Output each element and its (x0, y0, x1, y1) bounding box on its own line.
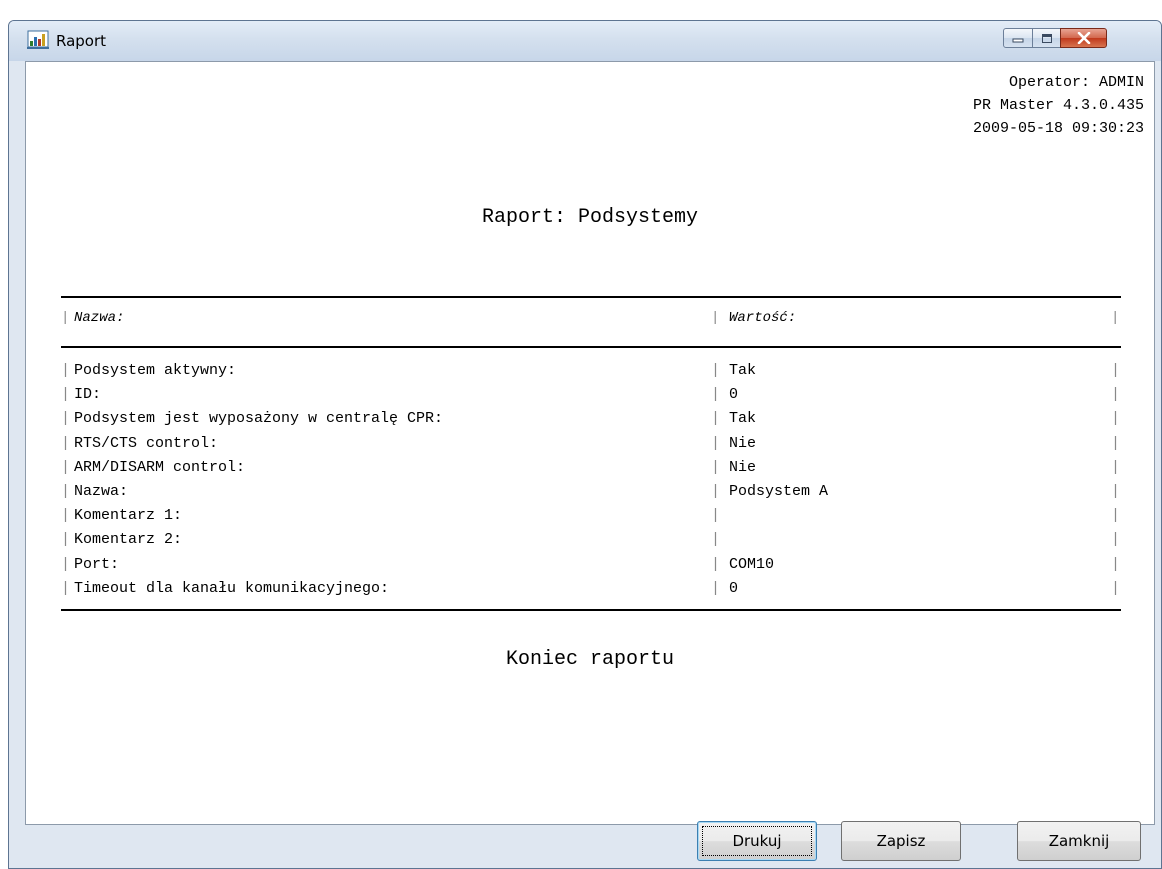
table-row: | Podsystem aktywny: | Tak | (61, 362, 1121, 379)
maximize-button[interactable] (1032, 28, 1061, 48)
report-end-text: Koniec raportu (505, 648, 675, 671)
report-app-icon (27, 30, 49, 49)
window-title: Raport (56, 32, 107, 50)
table-body: | Podsystem aktywny: | Tak | | ID: | 0 |… (61, 362, 1121, 604)
close-button[interactable]: Zamknij (1017, 821, 1141, 861)
table-row: | Komentarz 2: | | (61, 531, 1121, 549)
close-icon (1077, 32, 1090, 44)
save-button[interactable]: Zapisz (841, 821, 961, 861)
row-value: COM10 (729, 555, 775, 573)
row-value: Tak (729, 410, 757, 428)
column-separator: | (61, 310, 70, 326)
table-top-rule (61, 296, 1121, 298)
table-row: | ID: | 0 | (61, 386, 1121, 404)
row-value: Nie (729, 434, 757, 452)
operator-label: Operator: ADMIN (1008, 74, 1144, 91)
table-header-row: | Nazwa: | Wartość: | (61, 310, 1121, 330)
table-header-rule (61, 346, 1121, 348)
column-separator: | (1111, 310, 1120, 326)
close-window-button[interactable] (1060, 28, 1107, 48)
table-row: | Komentarz 1: | | (61, 507, 1121, 525)
row-name: ID: (74, 386, 102, 404)
report-header-info: Operator: ADMIN PR Master 4.3.0.435 2009… (973, 71, 1144, 140)
datetime-label: 2009-05-18 09:30:23 (972, 120, 1144, 137)
report-title: Raport: Podsystemy (481, 206, 699, 229)
table-row: | Port: | COM10 | (61, 555, 1121, 573)
row-value: Podsystem A (729, 482, 829, 500)
row-name: Timeout dla kanału komunikacyjnego: (74, 579, 390, 597)
focus-rectangle (702, 826, 812, 856)
row-value: Nie (729, 458, 757, 476)
maximize-icon (1041, 33, 1052, 43)
column-header-value: Wartość: (729, 310, 797, 326)
row-name: RTS/CTS control: (74, 434, 219, 452)
table-bottom-rule (61, 609, 1121, 611)
row-value: 0 (729, 386, 739, 404)
row-name: Nazwa: (74, 482, 129, 500)
row-name: Komentarz 2: (74, 531, 183, 549)
print-button[interactable]: Drukuj (697, 821, 817, 861)
row-name: Port: (74, 555, 120, 573)
report-preview[interactable]: Operator: ADMIN PR Master 4.3.0.435 2009… (25, 61, 1155, 825)
row-name: Podsystem jest wyposażony w centralę CPR… (74, 410, 444, 428)
report-window: Raport Operator: ADMIN PR Master 4.3.0.4… (8, 20, 1162, 869)
column-header-name: Nazwa: (74, 310, 125, 326)
row-name: Komentarz 1: (74, 507, 183, 525)
row-value: Tak (729, 362, 757, 379)
row-name: Podsystem aktywny: (74, 362, 237, 379)
title-bar[interactable]: Raport (9, 21, 1161, 61)
row-name: ARM/DISARM control: (74, 458, 246, 476)
save-button-label: Zapisz (876, 832, 926, 850)
minimize-icon (1012, 38, 1024, 43)
minimize-button[interactable] (1003, 28, 1033, 48)
table-row: | Podsystem jest wyposażony w centralę C… (61, 410, 1121, 428)
table-row: | Nazwa: | Podsystem A | (61, 482, 1121, 500)
column-separator: | (711, 310, 720, 326)
row-value: 0 (729, 579, 739, 597)
version-label: PR Master 4.3.0.435 (972, 97, 1144, 114)
close-button-label: Zamknij (1048, 832, 1110, 850)
table-row: | RTS/CTS control: | Nie | (61, 434, 1121, 452)
table-row: | ARM/DISARM control: | Nie | (61, 458, 1121, 476)
table-row: | Timeout dla kanału komunikacyjnego: | … (61, 579, 1121, 597)
